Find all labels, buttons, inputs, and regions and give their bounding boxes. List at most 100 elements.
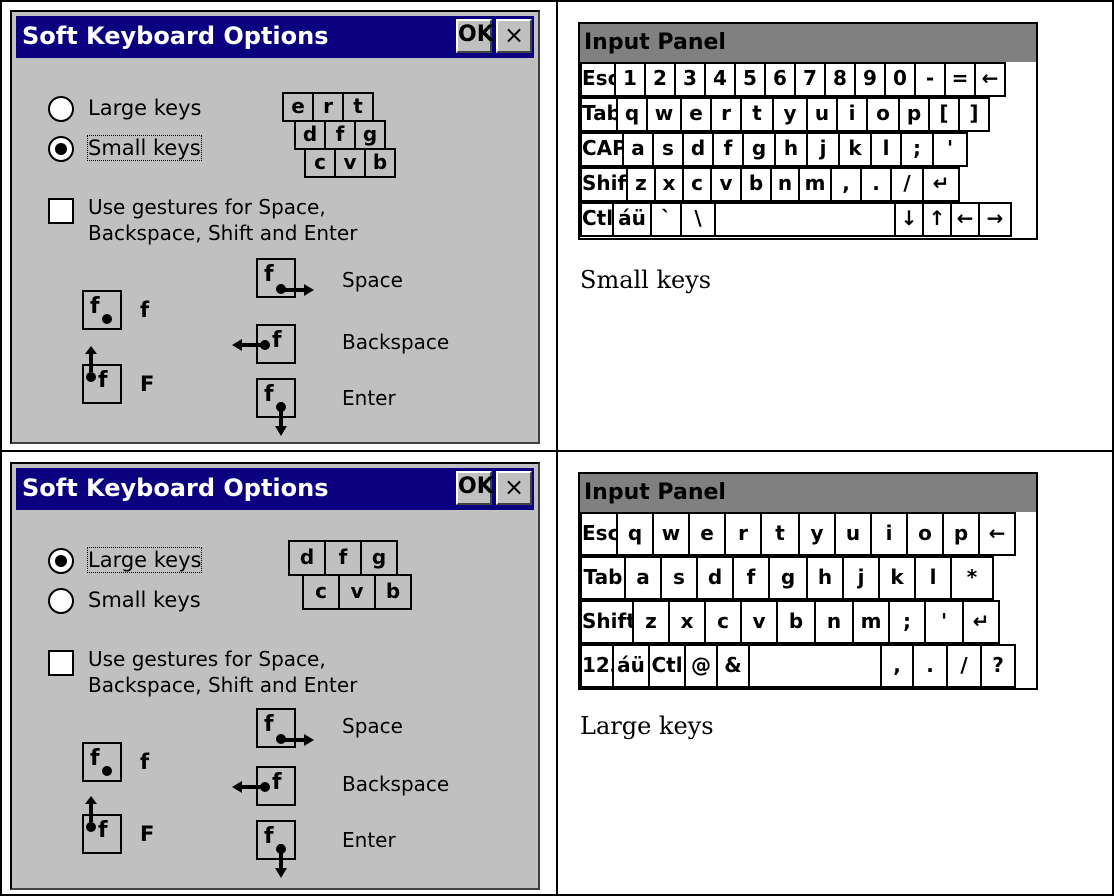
key[interactable]: q bbox=[616, 97, 648, 132]
key[interactable]: l bbox=[870, 132, 902, 167]
key[interactable]: Ctl bbox=[648, 644, 686, 688]
key[interactable]: x bbox=[654, 167, 684, 202]
key[interactable]: i bbox=[836, 97, 868, 132]
key[interactable]: n bbox=[814, 600, 854, 644]
key[interactable]: Ctl bbox=[580, 202, 614, 237]
key[interactable]: f bbox=[732, 556, 770, 600]
use-gestures-checkbox[interactable] bbox=[48, 198, 74, 224]
key[interactable]: [ bbox=[928, 97, 960, 132]
key[interactable]: ; bbox=[888, 600, 926, 644]
key[interactable]: r bbox=[710, 97, 742, 132]
key[interactable]: b bbox=[740, 167, 772, 202]
key[interactable]: p bbox=[942, 512, 980, 556]
key[interactable]: áü bbox=[612, 644, 650, 688]
key[interactable]: z bbox=[626, 167, 656, 202]
key[interactable]: m bbox=[852, 600, 890, 644]
key[interactable]: y bbox=[798, 512, 836, 556]
key[interactable]: 5 bbox=[734, 62, 766, 97]
key[interactable]: e bbox=[688, 512, 726, 556]
ok-button[interactable]: OK bbox=[456, 471, 494, 505]
key[interactable]: b bbox=[776, 600, 816, 644]
key[interactable]: o bbox=[866, 97, 900, 132]
key[interactable]: 9 bbox=[854, 62, 886, 97]
key[interactable]: z bbox=[632, 600, 670, 644]
key[interactable]: Esc bbox=[580, 512, 618, 556]
small-keys-label[interactable]: Small keys bbox=[87, 135, 202, 161]
key[interactable]: . bbox=[912, 644, 948, 688]
key[interactable]: o bbox=[906, 512, 944, 556]
key[interactable]: → bbox=[978, 202, 1012, 237]
key[interactable]: Esc bbox=[580, 62, 616, 97]
key[interactable]: @ bbox=[684, 644, 718, 688]
key[interactable]: . bbox=[860, 167, 892, 202]
key[interactable]: a bbox=[624, 556, 662, 600]
key[interactable]: t bbox=[760, 512, 800, 556]
key[interactable]: ' bbox=[924, 600, 964, 644]
key[interactable]: Tab bbox=[580, 97, 618, 132]
close-button[interactable]: × bbox=[496, 19, 532, 53]
key[interactable]: ' bbox=[932, 132, 968, 167]
key[interactable]: ] bbox=[958, 97, 990, 132]
key[interactable]: h bbox=[806, 556, 844, 600]
key[interactable]: d bbox=[682, 132, 714, 167]
key[interactable]: 2 bbox=[644, 62, 676, 97]
key[interactable]: Shift bbox=[580, 167, 628, 202]
key[interactable]: c bbox=[704, 600, 742, 644]
key[interactable]: Tab bbox=[580, 556, 626, 600]
key[interactable]: ; bbox=[900, 132, 934, 167]
space-key[interactable] bbox=[714, 202, 896, 237]
key[interactable]: r bbox=[724, 512, 762, 556]
key[interactable]: / bbox=[890, 167, 924, 202]
key[interactable]: g bbox=[768, 556, 808, 600]
key[interactable]: / bbox=[946, 644, 982, 688]
key[interactable]: Shift bbox=[580, 600, 634, 644]
large-keys-radio[interactable] bbox=[48, 548, 74, 574]
key[interactable]: v bbox=[710, 167, 742, 202]
key[interactable]: ` bbox=[650, 202, 682, 237]
key[interactable]: s bbox=[660, 556, 698, 600]
key[interactable]: 3 bbox=[674, 62, 706, 97]
key[interactable]: ← bbox=[974, 62, 1006, 97]
key[interactable]: ↓ bbox=[894, 202, 924, 237]
close-button[interactable]: × bbox=[496, 471, 532, 505]
key[interactable]: 8 bbox=[824, 62, 856, 97]
key[interactable]: 123 bbox=[580, 644, 614, 688]
key[interactable]: m bbox=[798, 167, 832, 202]
large-keys-radio[interactable] bbox=[48, 96, 74, 122]
key[interactable]: ↑ bbox=[922, 202, 952, 237]
key[interactable]: CAP bbox=[580, 132, 624, 167]
ok-button[interactable]: OK bbox=[456, 19, 494, 53]
key[interactable]: w bbox=[646, 97, 682, 132]
key[interactable]: d bbox=[696, 556, 734, 600]
key[interactable]: x bbox=[668, 600, 706, 644]
small-keys-label[interactable]: Small keys bbox=[88, 588, 201, 612]
key[interactable]: 0 bbox=[884, 62, 916, 97]
key[interactable]: j bbox=[806, 132, 840, 167]
key[interactable]: k bbox=[838, 132, 872, 167]
key[interactable]: áü bbox=[612, 202, 652, 237]
key[interactable]: ? bbox=[980, 644, 1016, 688]
key[interactable]: 4 bbox=[704, 62, 736, 97]
key[interactable]: = bbox=[944, 62, 976, 97]
large-keys-label[interactable]: Large keys bbox=[88, 96, 201, 120]
key[interactable]: ↵ bbox=[962, 600, 1000, 644]
key[interactable]: \ bbox=[680, 202, 716, 237]
key[interactable]: 1 bbox=[614, 62, 646, 97]
use-gestures-label[interactable]: Use gestures for Space, Backspace, Shift… bbox=[88, 646, 357, 698]
key[interactable]: 6 bbox=[764, 62, 796, 97]
key[interactable]: q bbox=[616, 512, 654, 556]
small-keys-radio[interactable] bbox=[48, 588, 74, 614]
key[interactable]: ← bbox=[950, 202, 980, 237]
key[interactable]: a bbox=[622, 132, 654, 167]
key[interactable]: h bbox=[774, 132, 808, 167]
key[interactable]: e bbox=[680, 97, 712, 132]
key[interactable]: 7 bbox=[794, 62, 826, 97]
large-keys-label[interactable]: Large keys bbox=[86, 547, 203, 573]
key[interactable]: & bbox=[716, 644, 750, 688]
key[interactable]: - bbox=[914, 62, 946, 97]
key[interactable]: ← bbox=[978, 512, 1016, 556]
key[interactable]: w bbox=[652, 512, 690, 556]
key[interactable]: u bbox=[806, 97, 838, 132]
key[interactable]: , bbox=[880, 644, 914, 688]
key[interactable]: , bbox=[830, 167, 862, 202]
